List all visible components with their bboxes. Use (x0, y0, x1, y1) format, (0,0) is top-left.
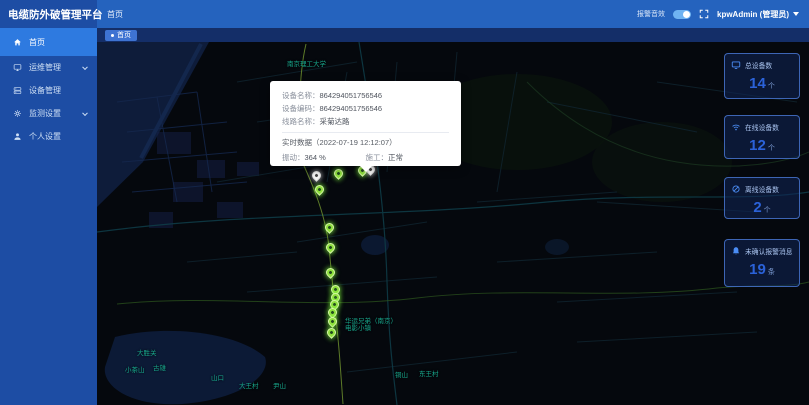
top-header: 首页 报警音效 kpwAdmin (管理员) (97, 0, 809, 28)
ops-icon (13, 64, 22, 71)
tab-label: 首页 (117, 32, 131, 39)
stat-value: 12 (749, 137, 766, 154)
sidebar: 电缆防外破管理平台 首页 运维管理 设备管理 监测设置 个人设置 (0, 0, 103, 405)
stat-value: 14 (749, 75, 766, 92)
device-icon (13, 87, 22, 94)
sidebar-item-devices[interactable]: 设备管理 (0, 79, 97, 102)
vibration-metric: 振动：364 % (282, 153, 326, 162)
stat-card-total-devices[interactable]: 总设备数 14 个 (724, 53, 800, 99)
tag-bar: 首页 (97, 28, 809, 42)
tab-home[interactable]: 首页 (105, 29, 137, 41)
map-place-label: 南京理工大学 (287, 61, 326, 68)
popup-row: 设备编码：864294051756546 (282, 104, 383, 113)
popup-row: 设备名称：864294051756546 (282, 91, 383, 100)
alarm-sound-label: 报警音效 (637, 11, 665, 18)
sidebar-item-label: 个人设置 (29, 132, 61, 141)
map[interactable]: 南京理工大学大胜关小茶山 古雄山口大王村 尹山 铜山 东王村 华运兄弟（南京）电影小镇 设… (97, 42, 809, 405)
stat-card-unconfirmed-alarms[interactable]: 未确认报警消息 19 条 (724, 239, 800, 287)
stat-title: 未确认报警消息 (745, 249, 793, 256)
map-place-label: 大王村 (239, 383, 259, 390)
user-menu[interactable]: kpwAdmin (管理员) (717, 9, 799, 20)
map-place-label: 铜山 (395, 372, 408, 379)
user-name: kpwAdmin (管理员) (717, 9, 789, 19)
caret-down-icon (793, 12, 799, 16)
app-title: 电缆防外破管理平台 (8, 8, 103, 21)
sidebar-item-label: 设备管理 (29, 86, 61, 95)
header-controls: 报警音效 kpwAdmin (管理员) (637, 9, 799, 20)
home-icon (14, 38, 21, 45)
sidebar-item-ops[interactable]: 运维管理 (0, 56, 97, 79)
stat-title: 离线设备数 (745, 187, 779, 194)
stat-value: 2 (753, 199, 762, 216)
realtime-row: 实时数据（2022-07-19 12:12:07） (282, 138, 397, 147)
sidebar-item-personal-settings[interactable]: 个人设置 (0, 125, 97, 148)
breadcrumb: 首页 (107, 9, 123, 19)
offline-devices-icon (732, 185, 740, 193)
stat-card-offline-devices[interactable]: 离线设备数 2个 (724, 177, 800, 219)
fullscreen-icon[interactable] (699, 9, 709, 19)
sidebar-item-home[interactable]: 首页 (0, 28, 97, 56)
map-place-label: 华运兄弟（南京）电影小镇 (345, 318, 394, 332)
device-info-popup: 设备名称：864294051756546 设备编码：86429405175654… (270, 81, 461, 172)
map-place-label: 东王村 (419, 371, 439, 378)
construction-metric: 施工：正常 (365, 153, 404, 162)
app-window: 电缆防外破管理平台 首页 运维管理 设备管理 监测设置 个人设置 首页 报警音效 (0, 0, 809, 405)
stat-title: 在线设备数 (745, 125, 779, 132)
stat-unit: 个 (763, 207, 771, 214)
chevron-down-icon (82, 63, 88, 70)
stat-unit: 个 (767, 145, 775, 152)
user-icon (14, 133, 21, 140)
popup-metrics: 振动：364 % 施工：正常 (282, 152, 449, 163)
map-place-label: 古雄 (153, 365, 166, 372)
online-devices-icon (732, 124, 740, 131)
sidebar-item-monitor-settings[interactable]: 监测设置 (0, 102, 97, 125)
alarm-sound-toggle[interactable] (673, 9, 691, 19)
sidebar-item-label: 首页 (29, 37, 45, 47)
popup-divider (282, 132, 449, 133)
stat-title: 总设备数 (745, 63, 773, 70)
alarm-bell-icon (732, 247, 740, 255)
stat-card-online-devices[interactable]: 在线设备数 12 个 (724, 115, 800, 159)
stat-value: 19 (749, 261, 766, 278)
gear-icon (14, 110, 21, 117)
map-place-label: 山口 (211, 375, 224, 382)
sidebar-item-label: 运维管理 (29, 63, 61, 72)
stat-unit: 个 (767, 83, 775, 90)
chevron-down-icon (82, 109, 88, 116)
active-dot-icon (111, 33, 114, 37)
total-devices-icon (731, 61, 741, 69)
map-place-label: 尹山 (273, 383, 286, 390)
popup-row: 线路名称：采菊达路 (282, 117, 350, 126)
map-place-label: 小茶山 (125, 367, 145, 374)
map-place-label: 大胜关 (137, 350, 157, 357)
stat-unit: 条 (767, 269, 775, 276)
sidebar-item-label: 监测设置 (29, 109, 61, 118)
